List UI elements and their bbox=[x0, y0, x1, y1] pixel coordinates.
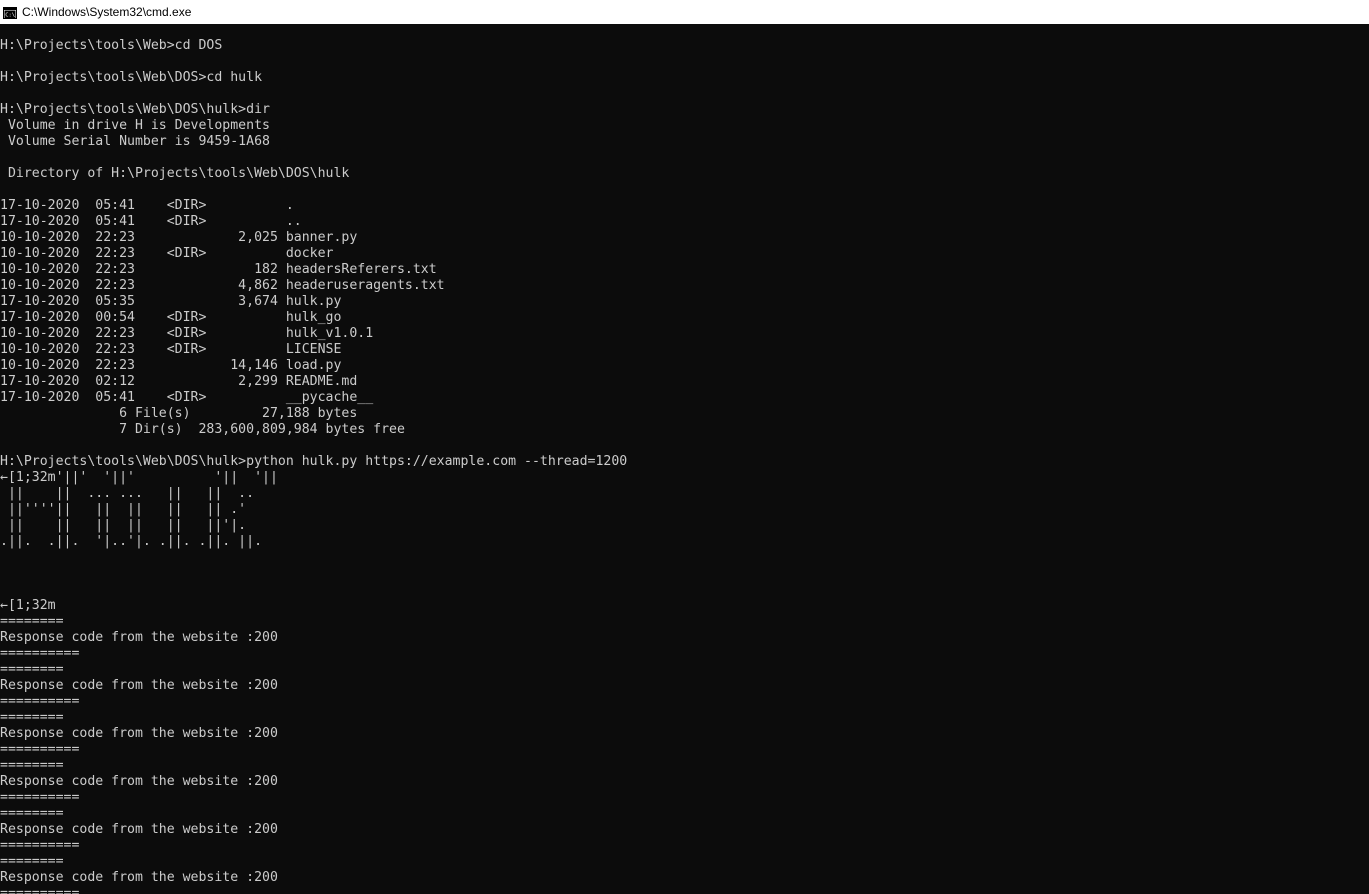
console-line: H:\Projects\tools\Web\DOS\hulk>dir bbox=[0, 102, 270, 117]
console-output[interactable]: H:\Projects\tools\Web>cd DOS H:\Projects\… bbox=[0, 38, 1369, 894]
console-line: 7 Dir(s) 283,600,809,984 bytes free bbox=[0, 422, 405, 437]
console-line: Volume in drive H is Developments bbox=[0, 118, 270, 133]
console-line: 17-10-2020 05:41 <DIR> __pycache__ bbox=[0, 390, 374, 405]
console-line: ======== bbox=[0, 854, 64, 869]
window-title: C:\Windows\System32\cmd.exe bbox=[22, 5, 192, 19]
console-line: 10-10-2020 22:23 <DIR> docker bbox=[0, 246, 334, 261]
console-line: 10-10-2020 22:23 <DIR> LICENSE bbox=[0, 342, 342, 357]
svg-text:C:\: C:\ bbox=[5, 13, 15, 19]
console-line: 10-10-2020 22:23 182 headersReferers.txt bbox=[0, 262, 437, 277]
console-line: 17-10-2020 05:41 <DIR> . bbox=[0, 198, 294, 213]
console-line: ========== bbox=[0, 646, 80, 661]
console-line: H:\Projects\tools\Web\DOS>cd hulk bbox=[0, 70, 263, 85]
console-line: ======== bbox=[0, 662, 64, 677]
console-line: ========== bbox=[0, 886, 80, 894]
console-line: Response code from the website :200 bbox=[0, 774, 278, 789]
console-line: 17-10-2020 00:54 <DIR> hulk_go bbox=[0, 310, 342, 325]
console-line: 10-10-2020 22:23 2,025 banner.py bbox=[0, 230, 358, 245]
cmd-icon: C:\ bbox=[3, 6, 17, 19]
title-bar[interactable]: C:\ C:\Windows\System32\cmd.exe bbox=[0, 0, 1369, 24]
console-line: ========== bbox=[0, 694, 80, 709]
console-line: Volume Serial Number is 9459-1A68 bbox=[0, 134, 270, 149]
cmd-window: C:\ C:\Windows\System32\cmd.exe H:\Proje… bbox=[0, 0, 1369, 894]
console-line: ======== bbox=[0, 614, 64, 629]
console-line: Directory of H:\Projects\tools\Web\DOS\h… bbox=[0, 166, 350, 181]
console-line: ======== bbox=[0, 710, 64, 725]
console-line: 10-10-2020 22:23 14,146 load.py bbox=[0, 358, 342, 373]
console-line: ←[1;32m bbox=[0, 598, 56, 613]
console-line: 6 File(s) 27,188 bytes bbox=[0, 406, 358, 421]
console-line: 17-10-2020 05:35 3,674 hulk.py bbox=[0, 294, 342, 309]
console-line: ======== bbox=[0, 806, 64, 821]
console-line: .||. .||. '|..'|. .||. .||. ||. bbox=[0, 534, 263, 549]
console-line: || || || || || ||'|. bbox=[0, 518, 247, 533]
console-line: H:\Projects\tools\Web\DOS\hulk>python hu… bbox=[0, 454, 628, 469]
console-line: ←[1;32m'||' '||' '|| '|| bbox=[0, 470, 278, 485]
console-line: Response code from the website :200 bbox=[0, 726, 278, 741]
console-line: ========== bbox=[0, 790, 80, 805]
console-line: Response code from the website :200 bbox=[0, 630, 278, 645]
console-line: || || ... ... || || .. bbox=[0, 486, 255, 501]
console-line: Response code from the website :200 bbox=[0, 678, 278, 693]
console-line: 10-10-2020 22:23 <DIR> hulk_v1.0.1 bbox=[0, 326, 374, 341]
console-line: ======== bbox=[0, 758, 64, 773]
console-line: ||''''|| || || || || .' bbox=[0, 502, 247, 517]
console-line: Response code from the website :200 bbox=[0, 822, 278, 837]
console-line: ========== bbox=[0, 838, 80, 853]
console-line: 17-10-2020 05:41 <DIR> .. bbox=[0, 214, 302, 229]
console-line: H:\Projects\tools\Web>cd DOS bbox=[0, 38, 223, 53]
console-line: 17-10-2020 02:12 2,299 README.md bbox=[0, 374, 358, 389]
console-line: ========== bbox=[0, 742, 80, 757]
console-line: 10-10-2020 22:23 4,862 headeruseragents.… bbox=[0, 278, 445, 293]
console-line: Response code from the website :200 bbox=[0, 870, 278, 885]
